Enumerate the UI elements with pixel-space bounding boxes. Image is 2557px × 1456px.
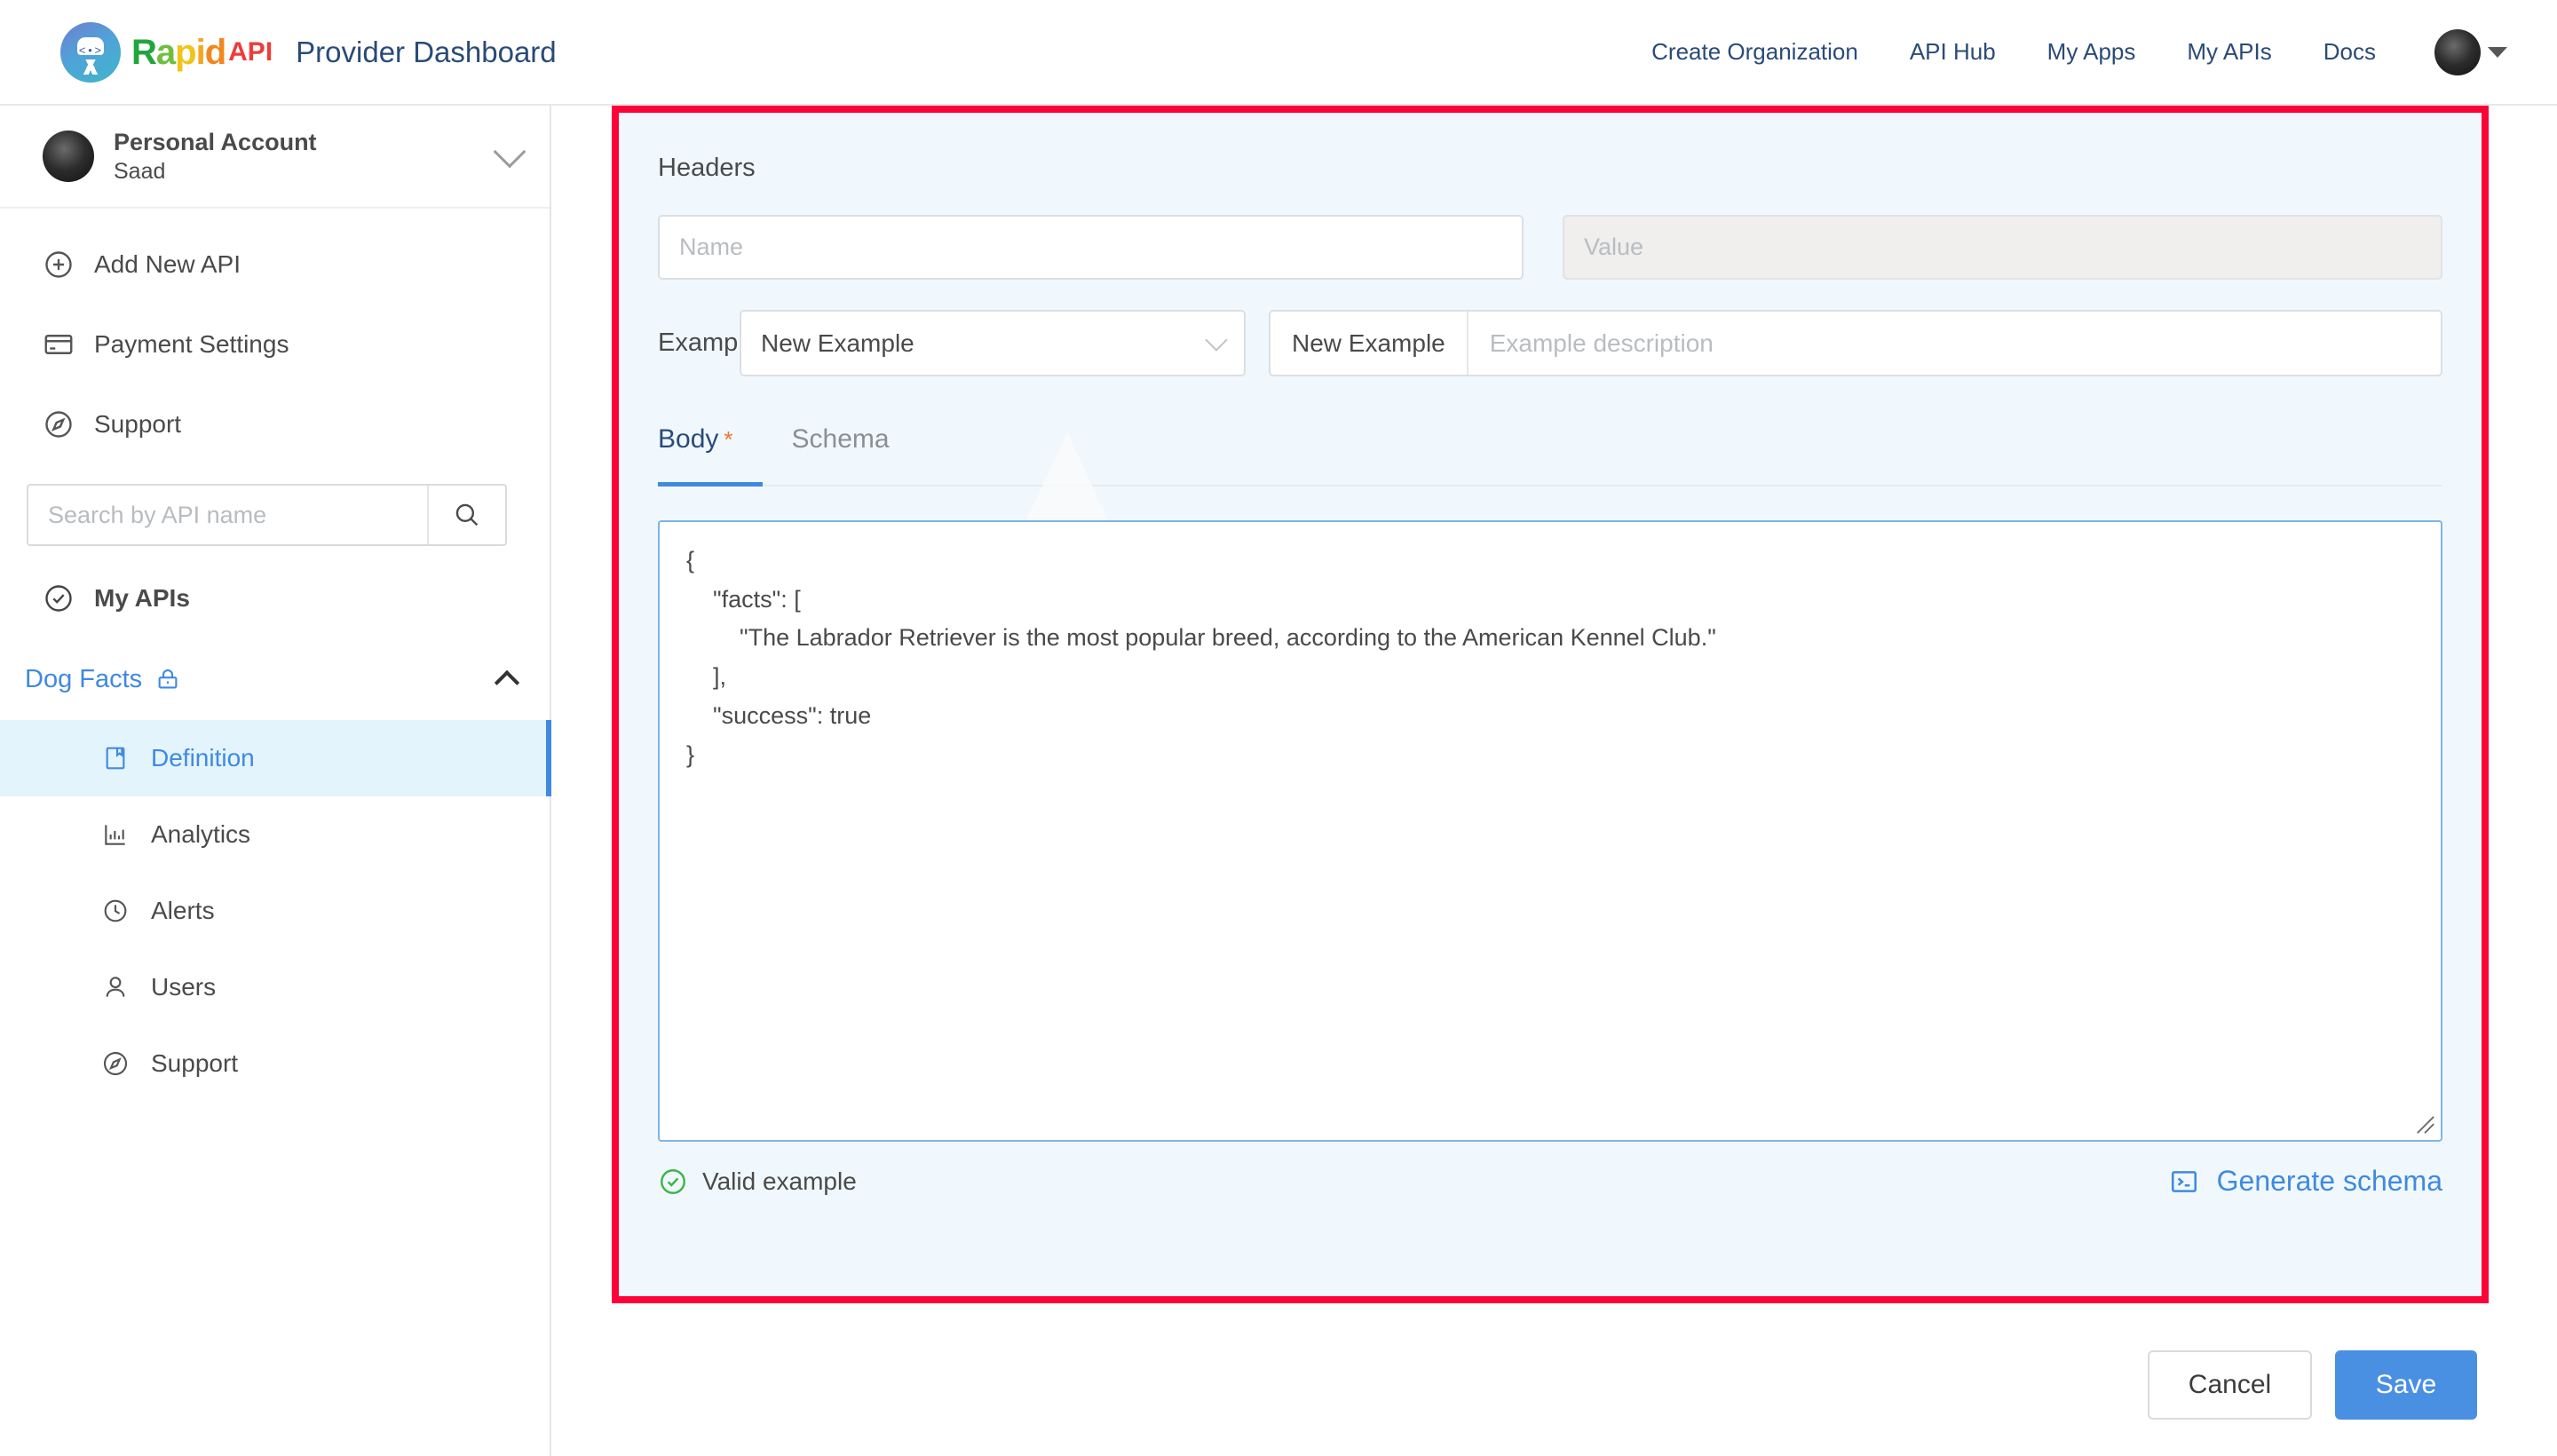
search-icon [455, 503, 479, 526]
user-menu[interactable] [2434, 28, 2507, 75]
search-input[interactable] [28, 486, 427, 544]
sidebar-item-definition[interactable]: Definition [0, 720, 551, 796]
account-user: Saad [114, 159, 166, 185]
tab-body-label: Body [658, 424, 719, 454]
check-circle-icon [43, 582, 80, 614]
chevron-down-icon [1205, 328, 1228, 352]
main-content: Headers Name Value Example New Example N… [553, 106, 2557, 1456]
sidebar-api-group-dog-facts[interactable]: Dog Facts [0, 638, 550, 720]
validation-status: Valid example [658, 1167, 857, 1197]
bar-chart-icon [101, 820, 135, 849]
example-description-input[interactable]: Example description [1468, 329, 2441, 358]
logo-letter-2: p [175, 32, 196, 72]
top-navigation: Create Organization API Hub My Apps My A… [1651, 28, 2507, 75]
resize-handle-icon[interactable] [2416, 1115, 2435, 1135]
logo-eyes-glyph: <•> [78, 44, 103, 58]
plus-circle-icon [43, 249, 80, 281]
sidebar-label-payment-settings: Payment Settings [94, 330, 289, 358]
sidebar-item-alerts[interactable]: Alerts [0, 873, 550, 949]
save-button[interactable]: Save [2335, 1350, 2477, 1420]
body-code-editor[interactable]: { "facts": [ "The Labrador Retriever is … [658, 520, 2442, 1142]
terminal-icon [2171, 1170, 2197, 1192]
top-header-bar: <•> Rapid API Provider Dashboard Create … [0, 0, 2557, 106]
search-button[interactable] [427, 486, 505, 544]
required-asterisk: * [724, 426, 733, 453]
sidebar-label-add-new-api: Add New API [94, 250, 241, 278]
sidebar-label-support: Support [94, 410, 182, 438]
sidebar-label-alerts: Alerts [151, 897, 215, 924]
sidebar-item-add-new-api[interactable]: Add New API [0, 225, 550, 305]
header-value-input[interactable]: Value [1563, 215, 2442, 280]
sidebar-item-payment-settings[interactable]: Payment Settings [0, 305, 550, 384]
header-fields-row: Name Value [658, 215, 2442, 280]
account-name: Personal Account [114, 128, 317, 155]
header-name-input[interactable]: Name [658, 215, 1524, 280]
check-circle-icon [661, 1168, 685, 1194]
person-icon [101, 973, 135, 1001]
avatar [2434, 28, 2481, 75]
generate-schema-label: Generate schema [2216, 1165, 2442, 1197]
logo-letter-4: d [204, 32, 226, 72]
sidebar-label-my-apis: My APIs [94, 584, 190, 612]
chevron-down-icon [493, 135, 526, 169]
account-switcher[interactable]: Personal Account Saad [0, 106, 550, 209]
sidebar-label-users: Users [151, 973, 217, 1001]
nav-create-organization[interactable]: Create Organization [1651, 38, 1858, 66]
tab-schema-label: Schema [791, 424, 890, 454]
cancel-button[interactable]: Cancel [2148, 1350, 2312, 1420]
nav-my-apps[interactable]: My Apps [2047, 38, 2136, 66]
sidebar: Personal Account Saad Add New API Paymen… [0, 106, 551, 1456]
sidebar-label-api-support: Support [151, 1049, 239, 1077]
nav-api-hub[interactable]: API Hub [1910, 38, 1996, 66]
nav-my-apis[interactable]: My APIs [2187, 38, 2271, 66]
api-wordmark: API [228, 36, 273, 67]
credit-card-icon [43, 328, 80, 360]
example-select[interactable]: New Example [740, 310, 1246, 376]
brand-logo[interactable]: <•> Rapid API Provider Dashboard [60, 21, 557, 83]
logo-letter-1: a [155, 32, 176, 72]
definition-example-panel: Headers Name Value Example New Example N… [612, 106, 2489, 1303]
form-actions: Cancel Save [2148, 1350, 2477, 1420]
editor-footer: Valid example Generate schema [658, 1165, 2442, 1198]
lock-icon [154, 666, 181, 692]
example-row: Example New Example New Example Example … [658, 310, 2442, 376]
sidebar-item-users[interactable]: Users [0, 949, 550, 1025]
sidebar-item-my-apis[interactable]: My APIs [0, 558, 550, 638]
caret-down-icon [2488, 46, 2507, 58]
sidebar-label-analytics: Analytics [151, 820, 251, 848]
rapid-wordmark: Rapid [131, 35, 226, 70]
tab-schema[interactable]: Schema [792, 424, 890, 487]
generate-schema-link[interactable]: Generate schema [2169, 1165, 2442, 1198]
example-select-value: New Example [761, 328, 914, 357]
compass-icon [43, 408, 80, 440]
rapidapi-octopus-icon: <•> [60, 21, 121, 83]
account-avatar [43, 131, 94, 182]
page-title: Provider Dashboard [296, 35, 557, 68]
body-schema-tabs: Body * Schema [658, 424, 2442, 487]
clock-icon [101, 897, 135, 925]
nav-docs[interactable]: Docs [2323, 38, 2376, 66]
validation-text: Valid example [702, 1167, 857, 1195]
headers-section-label: Headers [658, 154, 756, 182]
tab-body[interactable]: Body * [658, 424, 733, 487]
body-code-text: { "facts": [ "The Labrador Retriever is … [686, 547, 1716, 768]
api-search[interactable] [27, 484, 507, 546]
logo-letter-3: i [195, 32, 206, 72]
sidebar-label-definition: Definition [151, 744, 255, 772]
book-icon [101, 744, 135, 772]
compass-icon [101, 1049, 135, 1078]
api-group-name: Dog Facts [25, 664, 143, 693]
sidebar-item-support[interactable]: Support [0, 384, 550, 464]
chevron-up-icon[interactable] [494, 669, 520, 696]
example-name-description-group: New Example Example description [1269, 310, 2442, 376]
example-label: Example [658, 328, 758, 357]
sidebar-item-analytics[interactable]: Analytics [0, 796, 550, 873]
active-tab-indicator [658, 482, 763, 487]
example-name-input[interactable]: New Example [1271, 312, 1468, 375]
sidebar-item-api-support[interactable]: Support [0, 1025, 550, 1102]
logo-letter-0: R [131, 32, 157, 72]
